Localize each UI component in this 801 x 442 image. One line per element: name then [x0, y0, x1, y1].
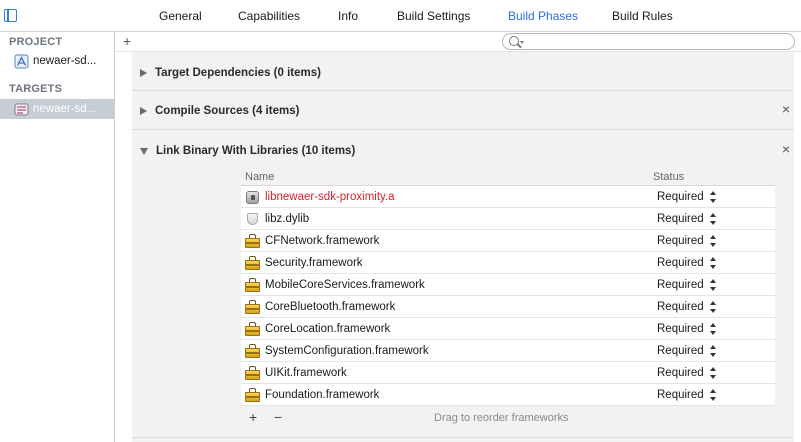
status-stepper-icon[interactable]: [710, 323, 717, 335]
tab-build-phases[interactable]: Build Phases: [508, 9, 578, 23]
library-name: CoreLocation.framework: [265, 322, 391, 335]
libraries-column-header: Name Status: [241, 168, 775, 186]
disclosure-triangle-icon[interactable]: [140, 69, 147, 77]
library-status[interactable]: Required: [657, 345, 704, 357]
phases-toolbar: +: [116, 32, 801, 52]
tab-capabilities[interactable]: Capabilities: [238, 9, 300, 23]
table-row[interactable]: Security.framework Required: [241, 252, 775, 274]
phase-title: Target Dependencies (0 items): [155, 67, 321, 79]
status-stepper-icon[interactable]: [710, 301, 717, 313]
library-status[interactable]: Required: [657, 257, 704, 269]
phase-header[interactable]: Compile Sources (4 items): [140, 101, 299, 121]
framework-icon: [245, 256, 260, 270]
table-row[interactable]: CoreLocation.framework Required: [241, 318, 775, 340]
library-status[interactable]: Required: [657, 323, 704, 335]
dylib-icon: [245, 212, 260, 226]
framework-icon: [245, 366, 260, 380]
xcode-project-icon: [14, 54, 29, 68]
library-name: CFNetwork.framework: [265, 234, 380, 247]
static-library-icon: [245, 190, 260, 204]
library-status[interactable]: Required: [657, 279, 704, 291]
table-row[interactable]: MobileCoreServices.framework Required: [241, 274, 775, 296]
tab-info[interactable]: Info: [338, 9, 358, 23]
table-row[interactable]: CFNetwork.framework Required: [241, 230, 775, 252]
disclosure-triangle-icon[interactable]: [140, 107, 147, 115]
delete-phase-button[interactable]: ×: [782, 101, 790, 117]
project-heading: PROJECT: [9, 36, 63, 48]
status-stepper-icon[interactable]: [710, 257, 717, 269]
reorder-hint: Drag to reorder frameworks: [434, 412, 569, 424]
search-icon: [509, 36, 519, 46]
status-stepper-icon[interactable]: [710, 389, 717, 401]
table-row[interactable]: CoreBluetooth.framework Required: [241, 296, 775, 318]
library-name: Security.framework: [265, 256, 363, 269]
library-status[interactable]: Required: [657, 191, 704, 203]
table-row[interactable]: libz.dylib Required: [241, 208, 775, 230]
linked-libraries-table: Name Status libnewaer-sdk-proximity.a Re…: [241, 168, 775, 430]
status-stepper-icon[interactable]: [710, 235, 717, 247]
sidebar-item-target-label: newaer-sd...: [33, 103, 97, 115]
phase-target-dependencies: Target Dependencies (0 items): [132, 52, 794, 91]
library-status[interactable]: Required: [657, 235, 704, 247]
sidebar-item-project-label: newaer-sd...: [33, 55, 97, 67]
phase-header[interactable]: Target Dependencies (0 items): [140, 63, 321, 83]
column-header-status[interactable]: Status: [653, 171, 684, 183]
delete-phase-button[interactable]: ×: [782, 141, 790, 157]
library-name: MobileCoreServices.framework: [265, 278, 425, 291]
library-name: Foundation.framework: [265, 388, 380, 401]
project-target-sidebar: PROJECT newaer-sd... TARGETS newaer-sd..…: [0, 32, 115, 442]
sidebar-toggle-icon[interactable]: [4, 9, 17, 22]
framework-icon: [245, 300, 260, 314]
table-row[interactable]: Foundation.framework Required: [241, 384, 775, 406]
phase-title: Link Binary With Libraries (10 items): [156, 145, 356, 157]
status-stepper-icon[interactable]: [710, 345, 717, 357]
library-name: CoreBluetooth.framework: [265, 300, 396, 313]
table-row[interactable]: SystemConfiguration.framework Required: [241, 340, 775, 362]
add-library-button[interactable]: +: [249, 409, 257, 425]
phase-header[interactable]: Link Binary With Libraries (10 items): [140, 141, 355, 161]
library-status[interactable]: Required: [657, 301, 704, 313]
sidebar-item-project[interactable]: newaer-sd...: [0, 51, 114, 71]
library-name: SystemConfiguration.framework: [265, 344, 429, 357]
add-build-phase-button[interactable]: +: [123, 33, 131, 49]
tab-build-rules[interactable]: Build Rules: [612, 9, 673, 23]
chevron-down-icon: [520, 41, 524, 44]
search-field[interactable]: [502, 33, 795, 50]
sidebar-item-target[interactable]: newaer-sd...: [0, 99, 114, 119]
status-stepper-icon[interactable]: [710, 367, 717, 379]
library-name: UIKit.framework: [265, 366, 347, 379]
framework-icon: [245, 322, 260, 336]
editor-tab-bar: General Capabilities Info Build Settings…: [0, 0, 801, 32]
status-stepper-icon[interactable]: [710, 279, 717, 291]
tab-build-settings[interactable]: Build Settings: [397, 9, 470, 23]
framework-icon: [245, 278, 260, 292]
table-row[interactable]: UIKit.framework Required: [241, 362, 775, 384]
disclosure-triangle-icon[interactable]: [140, 147, 148, 155]
remove-library-button[interactable]: −: [274, 409, 282, 425]
status-stepper-icon[interactable]: [710, 191, 717, 203]
phase-title: Compile Sources (4 items): [155, 105, 300, 117]
tab-general[interactable]: General: [159, 9, 202, 23]
status-stepper-icon[interactable]: [710, 213, 717, 225]
framework-icon: [245, 388, 260, 402]
library-status[interactable]: Required: [657, 213, 704, 225]
library-status[interactable]: Required: [657, 367, 704, 379]
app-target-icon: [14, 103, 29, 115]
library-status[interactable]: Required: [657, 389, 704, 401]
table-row[interactable]: libnewaer-sdk-proximity.a Required: [241, 186, 775, 208]
library-name: libz.dylib: [265, 212, 310, 225]
libraries-footer: + − Drag to reorder frameworks: [241, 406, 775, 430]
framework-icon: [245, 344, 260, 358]
phase-compile-sources: Compile Sources (4 items) ×: [132, 91, 794, 130]
targets-heading: TARGETS: [9, 83, 63, 95]
column-header-name[interactable]: Name: [245, 171, 274, 183]
framework-icon: [245, 234, 260, 248]
library-name: libnewaer-sdk-proximity.a: [265, 190, 395, 203]
